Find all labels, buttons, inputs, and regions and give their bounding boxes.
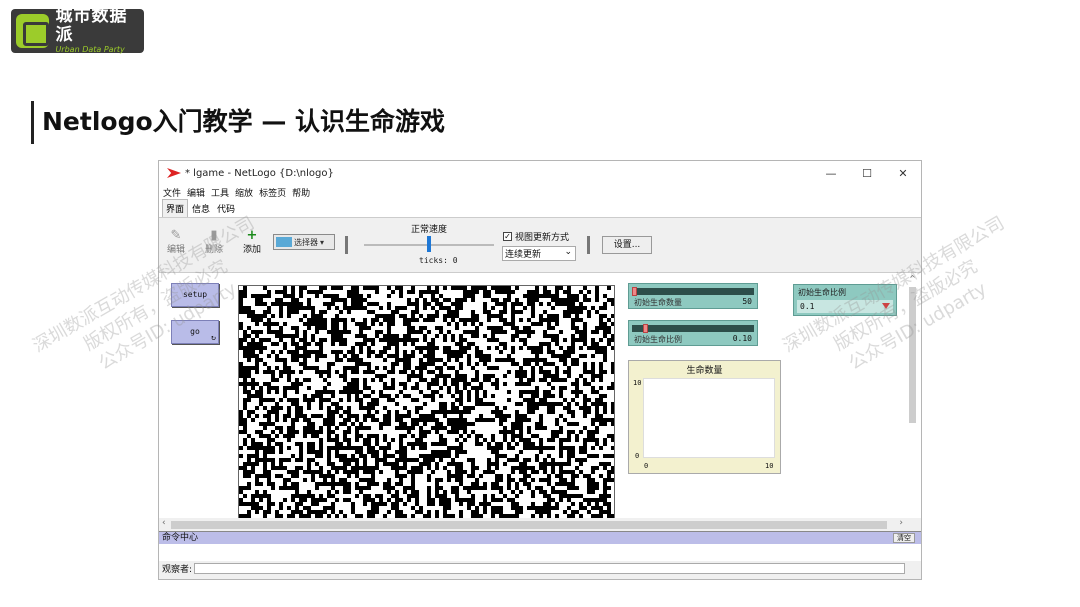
update-mode-value: 连续更新: [505, 250, 542, 260]
plot-life-count: 生命数量 10 0 0 10: [628, 360, 781, 474]
toolbar: ✎ 编辑 ▮ 删除 + 添加 选择器 ▾ 正常速度 ticks: 0 ✓ 视图更…: [159, 218, 921, 272]
chooser-value: 0.1: [800, 302, 815, 311]
slider-name: 初始生命数量: [634, 298, 682, 307]
scroll-up-icon[interactable]: ^: [908, 275, 917, 283]
logo-sub-text: Urban Data Party: [55, 45, 125, 54]
edit-button[interactable]: ✎ 编辑: [167, 228, 185, 255]
plot-y-min: 0: [635, 452, 640, 460]
close-button[interactable]: ✕: [885, 167, 921, 180]
command-center-bar: 命令中心 清空: [159, 531, 921, 544]
menu-edit[interactable]: 编辑: [187, 186, 205, 199]
slider-value: 0.10: [732, 334, 752, 343]
dropdown-arrow-icon: [882, 303, 890, 309]
tab-code[interactable]: 代码: [214, 200, 238, 217]
menu-bar: 文件 编辑 工具 缩放 标签页 帮助: [159, 185, 921, 200]
view-updates-checkbox[interactable]: ✓ 视图更新方式: [503, 230, 569, 243]
scrollbar-thumb[interactable]: [171, 521, 887, 529]
vertical-scrollbar[interactable]: ^: [908, 275, 917, 517]
live-patches: [239, 286, 614, 518]
minimize-button[interactable]: —: [813, 167, 849, 180]
plot-area: [643, 378, 775, 458]
tab-bar: 界面 信息 代码: [159, 199, 921, 218]
menu-zoom[interactable]: 缩放: [235, 186, 253, 199]
update-mode-select[interactable]: 连续更新 ⌄: [502, 246, 576, 261]
toolbar-divider: [345, 236, 348, 254]
scroll-right-icon[interactable]: ›: [899, 518, 903, 528]
slider-track: [632, 288, 754, 295]
plot-y-max: 10: [633, 379, 642, 387]
slider-thumb[interactable]: [643, 324, 648, 333]
menu-tools[interactable]: 工具: [211, 186, 229, 199]
delete-button[interactable]: ▮ 删除: [205, 228, 223, 255]
window-title: * lgame - NetLogo {D:\nlogo}: [185, 167, 334, 179]
checkmark-icon: ✓: [503, 232, 512, 241]
logo-main-text: 城市数据派: [55, 6, 128, 45]
menu-tabs[interactable]: 标签页: [259, 186, 286, 199]
observer-label: 观察者:: [162, 564, 193, 575]
command-input[interactable]: [194, 562, 905, 574]
toolbar-divider: [587, 236, 590, 254]
scrollbar-thumb[interactable]: [909, 287, 916, 423]
scroll-left-icon[interactable]: ‹: [162, 518, 166, 528]
speed-slider-thumb[interactable]: [427, 236, 431, 252]
plus-icon: +: [246, 228, 258, 243]
world-view[interactable]: [238, 285, 615, 519]
plot-x-max: 10: [765, 462, 774, 470]
setup-button[interactable]: setup: [171, 283, 219, 307]
chooser-ratio[interactable]: 初始生命比例 0.1: [793, 284, 897, 316]
slider-initial-count[interactable]: 初始生命数量 50: [628, 283, 758, 309]
observer-row: 观察者:: [159, 561, 921, 575]
forever-icon: ↻: [211, 333, 216, 342]
slider-value: 50: [742, 297, 752, 306]
command-output: [159, 544, 921, 561]
menu-file[interactable]: 文件: [163, 186, 181, 199]
edit-label: 编辑: [167, 245, 186, 255]
horizontal-scrollbar[interactable]: ‹ ›: [159, 518, 921, 531]
slider-thumb[interactable]: [632, 287, 637, 296]
chevron-down-icon: ⌄: [564, 247, 572, 257]
brand-logo: 城市数据派 Urban Data Party: [11, 6, 144, 54]
widget-selector-dropdown[interactable]: 选择器 ▾: [273, 234, 335, 250]
add-button[interactable]: + 添加: [243, 228, 261, 255]
slide-title: Netlogo入门教学 — 认识生命游戏: [42, 107, 446, 136]
logo-icon: [16, 14, 50, 48]
settings-button[interactable]: 设置...: [602, 236, 652, 254]
slider-track: [632, 325, 754, 332]
tab-interface[interactable]: 界面: [162, 199, 189, 217]
command-center-label: 命令中心: [162, 533, 199, 543]
folder-icon: [276, 237, 292, 247]
world-patches: [239, 286, 614, 518]
pencil-icon: ✎: [170, 228, 182, 243]
chooser-value-box[interactable]: 0.1: [797, 300, 893, 313]
ticks-counter: ticks: 0: [419, 256, 458, 265]
plot-title: 生命数量: [686, 366, 723, 376]
slider-name: 初始生命比例: [634, 335, 682, 344]
widget-selector-label: 选择器: [294, 237, 318, 247]
view-updates-label: 视图更新方式: [515, 233, 570, 243]
menu-help[interactable]: 帮助: [292, 186, 310, 199]
slider-initial-ratio[interactable]: 初始生命比例 0.10: [628, 320, 758, 346]
tab-info[interactable]: 信息: [189, 200, 213, 217]
trash-icon: ▮: [210, 228, 218, 243]
interface-canvas: setup go ↻ 初始生命数量 50 初始生命比例 0.10 生命数量 10…: [159, 272, 921, 519]
maximize-button[interactable]: ☐: [849, 167, 885, 180]
slide: 城市数据派 Urban Data Party Netlogo入门教学 — 认识生…: [0, 0, 1080, 607]
clear-button[interactable]: 清空: [893, 533, 915, 543]
window-titlebar: * lgame - NetLogo {D:\nlogo} — ☐ ✕: [159, 161, 921, 185]
chooser-name: 初始生命比例: [798, 288, 846, 297]
speed-label: 正常速度: [411, 225, 448, 235]
add-label: 添加: [243, 245, 262, 255]
title-accent-bar: [31, 101, 34, 144]
go-label: go: [190, 327, 200, 336]
go-button[interactable]: go ↻: [171, 320, 219, 344]
netlogo-window: * lgame - NetLogo {D:\nlogo} — ☐ ✕ 文件 编辑…: [158, 160, 922, 580]
chevron-down-icon: ▾: [320, 237, 325, 247]
netlogo-app-icon: [167, 168, 181, 178]
delete-label: 删除: [205, 245, 224, 255]
plot-x-min: 0: [644, 462, 649, 470]
